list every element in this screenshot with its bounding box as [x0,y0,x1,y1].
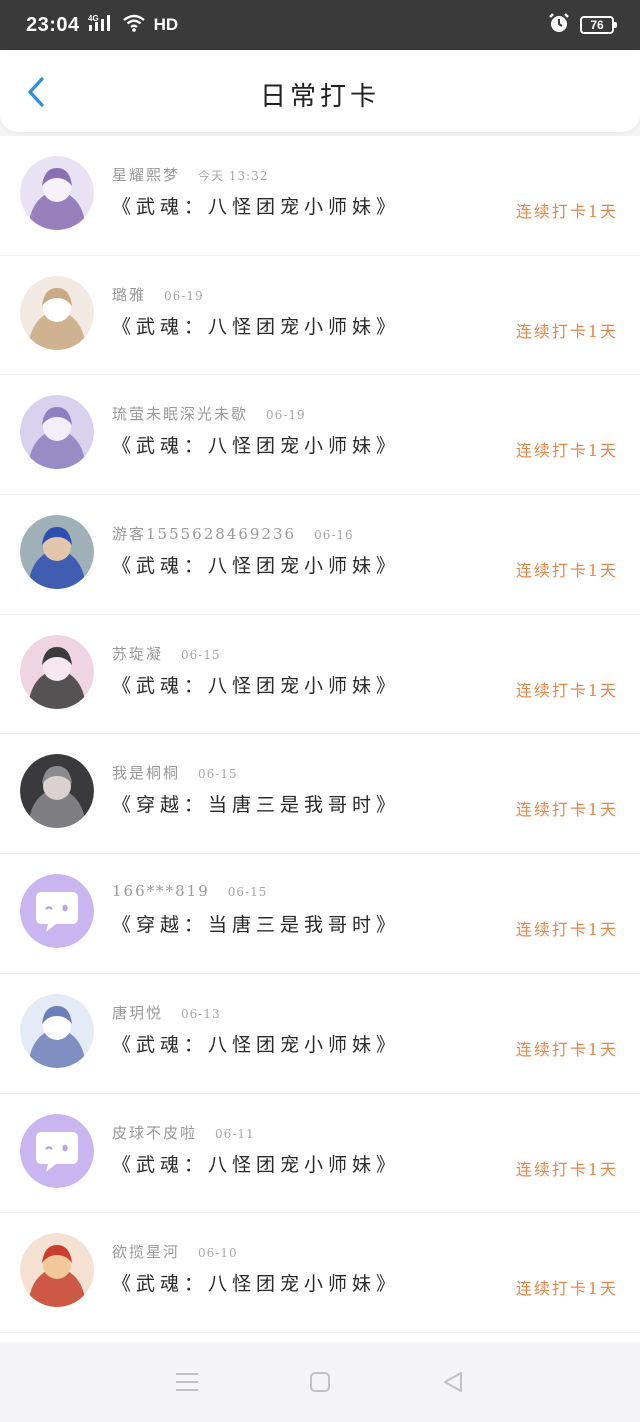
book-title[interactable]: 《武魂：八怪团宠小师妹》 [112,1269,400,1296]
checkin-row[interactable]: 我是桐桐 06-15 《穿越：当唐三是我哥时》 连续打卡1天 [0,734,640,855]
username[interactable]: 我是桐桐 [112,762,180,783]
alarm-icon [548,12,570,38]
streak-label: 连续打卡1天 [515,680,618,700]
timestamp: 06-13 [181,1006,221,1021]
checkin-row[interactable]: 星耀熙梦 今天 13:32 《武魂：八怪团宠小师妹》 连续打卡1天 [0,136,640,256]
book-title[interactable]: 《武魂：八怪团宠小师妹》 [112,551,400,578]
book-title[interactable]: 《武魂：八怪团宠小师妹》 [112,431,400,458]
home-square-icon [309,1372,330,1392]
book-title[interactable]: 《武魂：八怪团宠小师妹》 [112,1150,400,1177]
timestamp: 06-15 [227,885,268,900]
checkin-meta: 游客1555628469236 06-16 [112,523,354,544]
timestamp: 今天 13:32 [198,169,269,183]
username[interactable]: 皮球不皮啦 [112,1122,197,1143]
home-button[interactable] [300,1362,340,1402]
book-title[interactable]: 《武魂：八怪团宠小师妹》 [112,671,400,698]
book-title[interactable]: 《穿越：当唐三是我哥时》 [112,790,400,817]
checkin-list: 星耀熙梦 今天 13:32 《武魂：八怪团宠小师妹》 连续打卡1天 璐雅 06-… [0,136,640,1342]
checkin-row[interactable]: 苏琁凝 06-15 《武魂：八怪团宠小师妹》 连续打卡1天 [0,615,640,735]
checkin-row[interactable]: 欲揽星河 06-10 《武魂：八怪团宠小师妹》 连续打卡1天 [0,1213,640,1333]
back-triangle-icon [444,1372,463,1392]
checkin-meta: 琉萤未眠深光未歇 06-19 [112,403,306,424]
avatar[interactable] [20,275,94,350]
system-nav-bar [0,1342,640,1422]
battery-level: 76 [590,18,604,32]
avatar[interactable] [20,156,94,230]
username[interactable]: 琉萤未眠深光未歇 [112,403,248,424]
timestamp: 06-16 [314,528,354,543]
checkin-meta: 唐玥悦 06-13 [112,1002,221,1023]
streak-label: 连续打卡1天 [515,441,618,461]
checkin-row[interactable]: 游客1555628469236 06-16 《武魂：八怪团宠小师妹》 连续打卡1… [0,495,640,615]
avatar[interactable] [20,1233,94,1308]
timestamp: 06-11 [215,1126,255,1141]
avatar[interactable] [20,395,94,470]
avatar[interactable] [20,874,94,949]
status-left: 23:04 4G HD [26,13,178,37]
hd-indicator: HD [153,15,179,34]
streak-label: 连续打卡1天 [515,1279,618,1299]
wifi-icon [122,13,146,37]
timestamp: 06-19 [164,288,204,303]
streak-label: 连续打卡1天 [515,920,618,940]
checkin-meta: 星耀熙梦 今天 13:32 [112,164,268,185]
avatar[interactable] [20,634,94,709]
username[interactable]: 苏琁凝 [112,643,163,664]
streak-label: 连续打卡1天 [515,1039,618,1059]
checkin-row[interactable]: 唐玥悦 06-13 《武魂：八怪团宠小师妹》 连续打卡1天 [0,973,640,1094]
page-title: 日常打卡 [259,82,380,112]
username[interactable]: 唐玥悦 [112,1002,163,1023]
network-label: 4G [88,14,99,23]
checkin-meta: 皮球不皮啦 06-11 [112,1122,255,1143]
checkin-meta: 璐雅 06-19 [112,284,204,305]
book-title[interactable]: 《武魂：八怪团宠小师妹》 [112,312,400,339]
menu-icon [175,1373,198,1391]
book-title[interactable]: 《武魂：八怪团宠小师妹》 [112,192,400,219]
avatar[interactable] [20,1113,94,1188]
back-nav-button[interactable] [433,1362,473,1402]
status-bar: 23:04 4G HD 76 [0,0,640,50]
avatar[interactable] [20,754,94,829]
checkin-meta: 苏琁凝 06-15 [112,643,221,664]
status-right: 76 [548,12,617,38]
timestamp: 06-10 [198,1246,238,1261]
streak-label: 连续打卡1天 [515,202,618,221]
streak-label: 连续打卡1天 [515,561,618,581]
checkin-row[interactable]: 皮球不皮啦 06-11 《武魂：八怪团宠小师妹》 连续打卡1天 [0,1094,640,1214]
timestamp: 06-15 [181,647,221,662]
username[interactable]: 166***819 [112,882,210,900]
username[interactable]: 璐雅 [112,284,146,305]
signal-icon: 4G [88,13,114,37]
checkin-meta: 欲揽星河 06-10 [112,1241,238,1262]
avatar[interactable] [20,515,94,590]
book-title[interactable]: 《穿越：当唐三是我哥时》 [112,910,400,937]
timestamp: 06-19 [266,408,306,423]
book-title[interactable]: 《武魂：八怪团宠小师妹》 [112,1030,400,1057]
streak-label: 连续打卡1天 [515,321,618,341]
username[interactable]: 欲揽星河 [112,1241,180,1262]
header: 日常打卡 [0,50,640,132]
status-time: 23:04 [26,13,80,36]
checkin-row[interactable]: 166***819 06-15 《穿越：当唐三是我哥时》 连续打卡1天 [0,854,640,974]
streak-label: 连续打卡1天 [515,1159,618,1179]
timestamp: 06-15 [198,767,238,782]
checkin-meta: 166***819 06-15 [112,882,267,900]
checkin-meta: 我是桐桐 06-15 [112,762,238,783]
avatar[interactable] [20,993,94,1068]
checkin-row[interactable]: 璐雅 06-19 《武魂：八怪团宠小师妹》 连续打卡1天 [0,255,640,376]
menu-button[interactable] [167,1362,207,1402]
battery-icon: 76 [580,16,617,34]
checkin-row[interactable]: 琉萤未眠深光未歇 06-19 《武魂：八怪团宠小师妹》 连续打卡1天 [0,375,640,496]
username[interactable]: 游客1555628469236 [112,523,296,544]
username[interactable]: 星耀熙梦 [112,164,180,185]
streak-label: 连续打卡1天 [515,800,618,820]
